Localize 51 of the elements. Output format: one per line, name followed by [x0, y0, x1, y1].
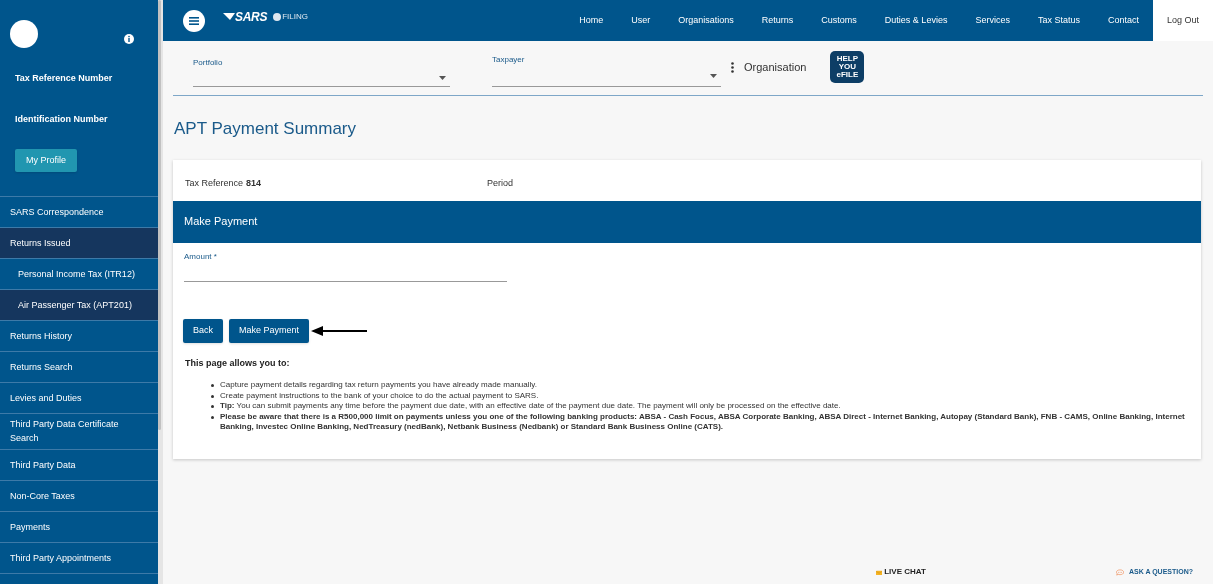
- nav-link[interactable]: Home: [565, 0, 618, 41]
- sidebar-item[interactable]: Air Passenger Tax (APT201): [0, 290, 158, 322]
- nav-link[interactable]: Services: [961, 0, 1024, 41]
- badge-text: YOU: [838, 63, 857, 71]
- field-label: Portfolio: [193, 57, 224, 69]
- info-icon[interactable]: [124, 34, 134, 44]
- efiling-icon: [273, 12, 282, 21]
- nav-link[interactable]: User: [617, 0, 665, 41]
- nav-link[interactable]: Duties & Levies: [870, 0, 962, 41]
- dropdown-caret-icon: [710, 74, 717, 78]
- nav-link[interactable]: Customs: [807, 0, 871, 41]
- tax-reference-label: Tax Reference: [185, 177, 244, 191]
- nav-link[interactable]: Organisations: [664, 0, 748, 41]
- badge-text: eFILE: [836, 71, 859, 79]
- action-button[interactable]: Make Payment: [229, 318, 310, 343]
- profile-field-label: Identification Number: [15, 112, 109, 126]
- field-label: Amount *: [184, 250, 218, 263]
- more-options-icon[interactable]: [731, 61, 734, 73]
- bullet-text: Create payment instructions to the bank of your choice to do the actual payment to SARS.: [220, 390, 539, 401]
- bullet-icon: [211, 415, 214, 419]
- nav-link[interactable]: Returns: [747, 0, 808, 41]
- bullet-text: Please be aware that there is a R500,000 limit on payments unless you one of the following banking products: ABSA - Cash Focus, ABSA Corporate Banking, ABSA Direct - Internet Banking, Autopay (Standard Bank), FNB - CAMS, Online Banking, Internet Banking, Investec Online Banking, NedTreasury (nedBank), Netbank Business (Nedbank) or Standard Bank Business Online (CATS).: [220, 411, 1186, 433]
- sars-emblem-icon: [223, 13, 235, 20]
- tax-reference-value: 814: [246, 177, 262, 191]
- bullet-icon: [211, 394, 214, 398]
- bullet-icon: [211, 405, 214, 408]
- field-label: Taxpayer: [492, 54, 526, 66]
- live-chat-link[interactable]: LIVE CHAT: [884, 566, 926, 578]
- menu-button[interactable]: [183, 9, 205, 32]
- menu-icon: [189, 16, 199, 25]
- action-button[interactable]: Back: [183, 318, 223, 343]
- bullet-text: Capture payment details regarding tax return payments you have already made manually.: [220, 380, 537, 391]
- panel-header: Make Payment: [173, 200, 1201, 243]
- help-you-efile-badge[interactable]: HELP YOU eFILE: [830, 51, 865, 83]
- info-heading: This page allows you to:: [185, 356, 291, 370]
- profile-field-label: Tax Reference Number: [15, 72, 114, 85]
- bullet-icon: [211, 384, 214, 387]
- efiling-logo: FILING: [282, 10, 308, 23]
- brand-logo: SARS: [235, 8, 268, 26]
- badge-text: HELP: [836, 55, 859, 63]
- nav-link[interactable]: Contact: [1093, 0, 1153, 41]
- context-label: Organisation: [744, 59, 807, 75]
- period-label: Period: [487, 177, 514, 191]
- bullet-text: Tip: You can submit payments any time before the payment due date, with an effective date of the payment due date. The payment will only be processed on the effective date.: [220, 401, 841, 412]
- nav-link[interactable]: Tax Status: [1023, 0, 1094, 41]
- nav-link[interactable]: Log Out: [1152, 0, 1213, 41]
- page-title: APT Payment Summary: [174, 118, 358, 140]
- pointer-arrow: [311, 325, 368, 336]
- avatar: [10, 20, 38, 48]
- sidebar-item[interactable]: Returns Issued: [0, 228, 158, 260]
- dropdown-caret-icon: [439, 75, 446, 80]
